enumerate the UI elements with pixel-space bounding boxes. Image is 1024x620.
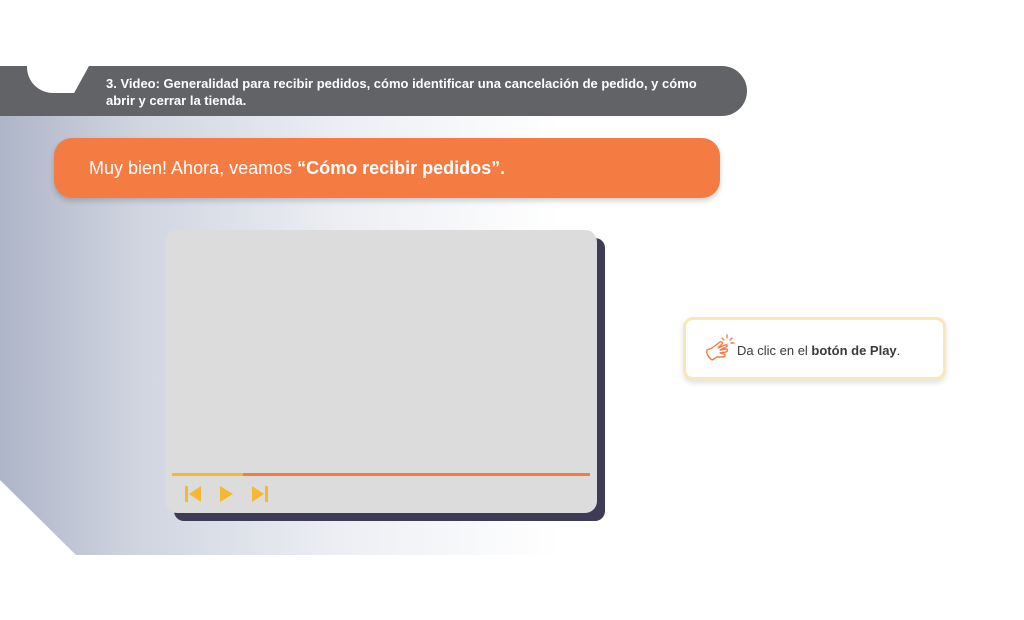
hint-prefix: Da clic en el — [737, 343, 812, 358]
video-player-screen[interactable] — [165, 230, 597, 513]
play-button[interactable] — [217, 485, 237, 503]
video-progress-bar[interactable] — [172, 473, 590, 476]
banner-highlight-text: “Cómo recibir pedidos”. — [297, 158, 506, 178]
intro-banner: Muy bien! Ahora, veamos “Cómo recibir pe… — [54, 138, 720, 198]
video-progress-fill — [172, 473, 244, 476]
banner-intro-text: Muy bien! Ahora, veamos — [89, 158, 298, 178]
play-hint-card: Da clic en el botón de Play. — [683, 317, 946, 380]
hint-bold: botón de Play — [811, 343, 897, 358]
skip-back-button[interactable] — [183, 485, 203, 503]
skip-forward-button[interactable] — [250, 485, 270, 503]
hint-suffix: . — [896, 343, 901, 358]
play-icon — [220, 486, 233, 502]
skip-forward-icon — [252, 486, 268, 502]
section-title: 3. Video: Generalidad para recibir pedid… — [106, 76, 697, 108]
skip-back-icon — [185, 486, 201, 502]
play-hint-text: Da clic en el botón de Play. — [737, 343, 900, 358]
tap-hand-icon — [706, 334, 735, 361]
